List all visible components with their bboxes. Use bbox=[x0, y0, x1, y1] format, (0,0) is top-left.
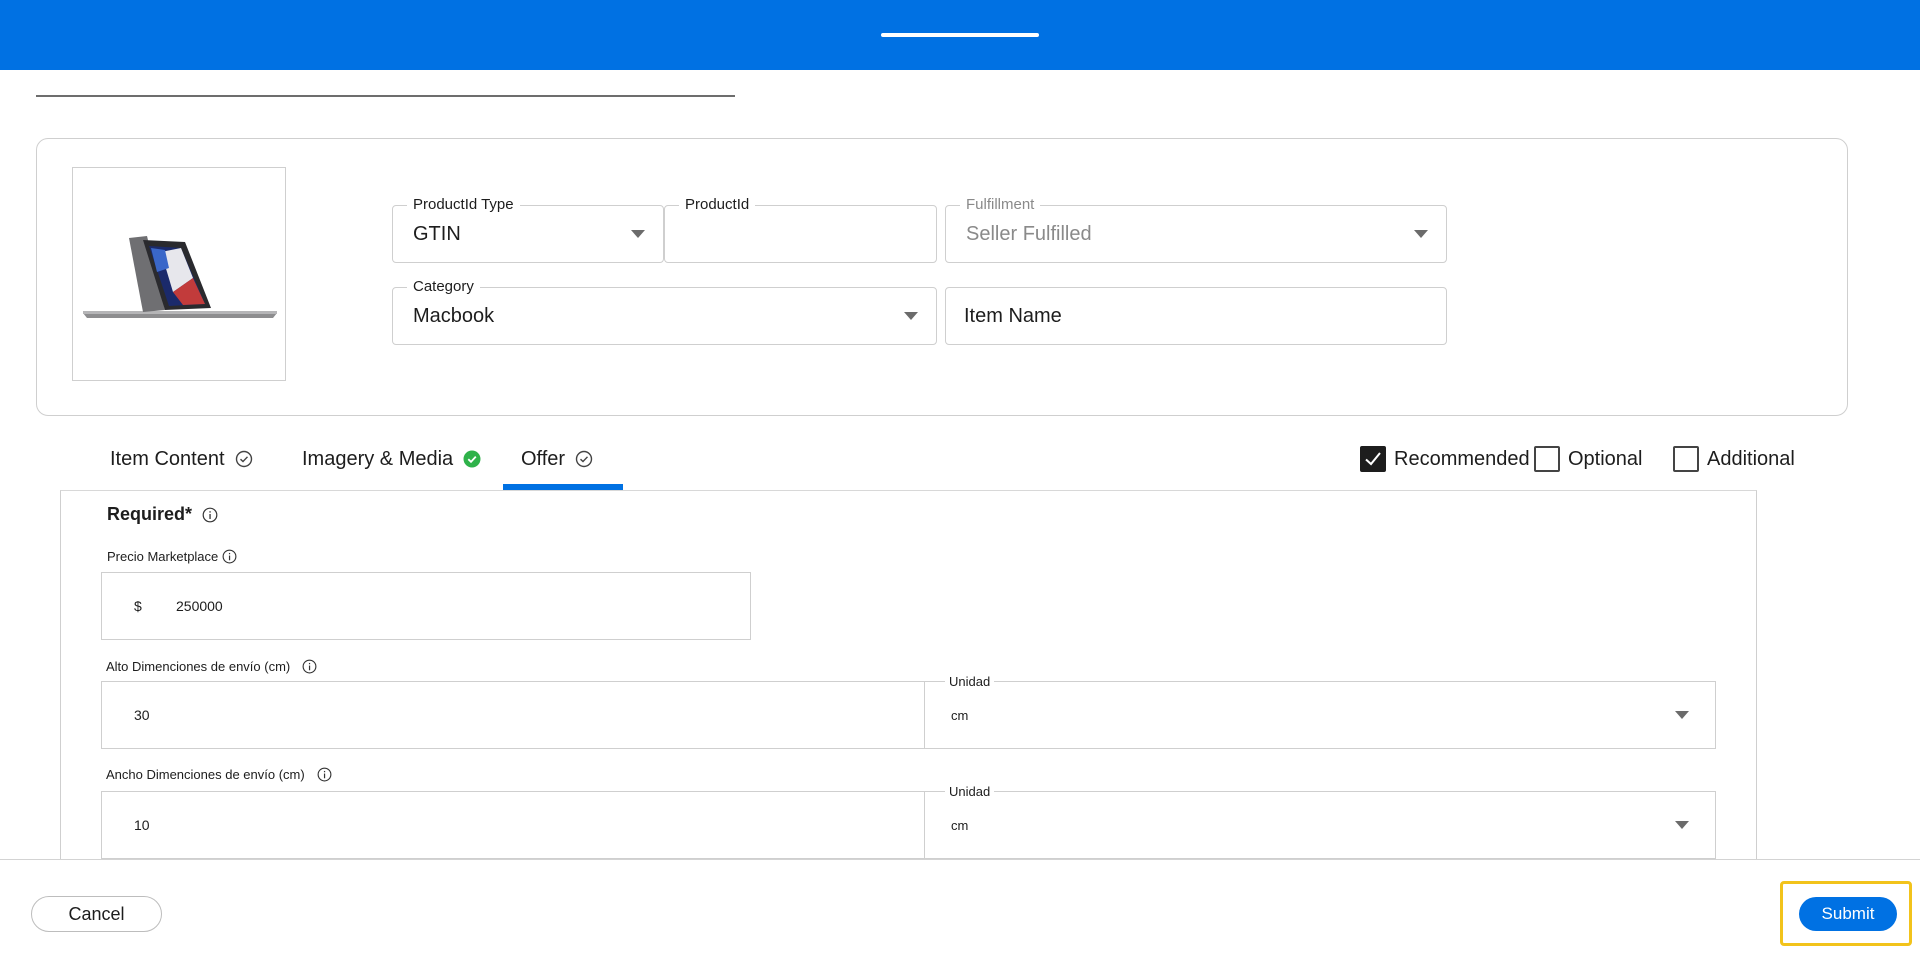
width-unit-select[interactable]: Unidad cm bbox=[924, 782, 1716, 859]
modal-header bbox=[0, 0, 1920, 70]
check-circle-outline-icon bbox=[235, 450, 253, 474]
price-value: 250000 bbox=[176, 598, 223, 614]
required-title: Required* bbox=[107, 504, 193, 524]
filter-recommended[interactable]: Recommended bbox=[1360, 446, 1530, 472]
tab-offer[interactable]: Offer bbox=[503, 440, 623, 490]
height-label-row: Alto Dimenciones de envío (cm) bbox=[106, 659, 317, 674]
price-label-row: Precio Marketplace bbox=[107, 549, 237, 564]
height-value: 30 bbox=[134, 707, 150, 723]
additional-label: Additional bbox=[1707, 447, 1795, 470]
optional-checkbox[interactable] bbox=[1534, 446, 1560, 472]
width-unit-value: cm bbox=[951, 817, 969, 833]
chevron-down-icon bbox=[904, 312, 918, 320]
info-icon[interactable] bbox=[222, 549, 237, 564]
height-unit-value: cm bbox=[951, 707, 969, 723]
width-label: Ancho Dimenciones de envío (cm) bbox=[106, 767, 305, 782]
fulfillment-select[interactable]: Fulfillment Seller Fulfilled bbox=[945, 195, 1447, 263]
tab-offer-label: Offer bbox=[521, 448, 566, 470]
tab-item-content-label: Item Content bbox=[110, 448, 225, 470]
chevron-down-icon bbox=[631, 230, 645, 238]
height-input[interactable]: 30 bbox=[101, 681, 925, 749]
width-label-row: Ancho Dimenciones de envío (cm) bbox=[106, 767, 332, 782]
product-card bbox=[36, 138, 1848, 416]
chevron-down-icon bbox=[1675, 821, 1689, 829]
category-select[interactable]: Category Macbook bbox=[392, 277, 937, 345]
price-input[interactable]: $ 250000 bbox=[101, 572, 751, 640]
check-icon bbox=[1365, 452, 1381, 466]
title-underline bbox=[36, 95, 735, 97]
price-label: Precio Marketplace bbox=[107, 549, 219, 564]
recommended-label: Recommended bbox=[1394, 447, 1530, 470]
filter-checkboxes: Recommended Optional Additional bbox=[1360, 446, 1860, 476]
tab-item-content[interactable]: Item Content bbox=[110, 440, 270, 490]
check-circle-filled-icon bbox=[463, 450, 481, 474]
width-input[interactable]: 10 bbox=[101, 791, 925, 859]
additional-checkbox[interactable] bbox=[1673, 446, 1699, 472]
chevron-down-icon bbox=[1414, 230, 1428, 238]
item-name-placeholder: Item Name bbox=[964, 304, 1062, 327]
productid-label: ProductId bbox=[679, 195, 756, 215]
footer-divider bbox=[0, 859, 1920, 860]
width-value: 10 bbox=[134, 817, 150, 833]
optional-label: Optional bbox=[1568, 447, 1643, 470]
info-icon[interactable] bbox=[202, 507, 218, 523]
recommended-checkbox[interactable] bbox=[1360, 446, 1386, 472]
productid-type-select[interactable]: ProductId Type GTIN bbox=[392, 195, 664, 263]
tab-imagery-media-label: Imagery & Media bbox=[302, 448, 454, 470]
currency-symbol: $ bbox=[134, 598, 142, 614]
tab-imagery-media[interactable]: Imagery & Media bbox=[302, 440, 481, 490]
chevron-down-icon bbox=[1675, 711, 1689, 719]
info-icon[interactable] bbox=[302, 659, 317, 674]
item-name-input[interactable]: Item Name bbox=[945, 287, 1447, 345]
filter-additional[interactable]: Additional bbox=[1673, 446, 1795, 472]
category-value: Macbook bbox=[413, 304, 495, 327]
submit-button[interactable]: Submit bbox=[1799, 897, 1897, 931]
productid-input[interactable]: ProductId bbox=[664, 195, 937, 263]
height-unit-select[interactable]: Unidad cm bbox=[924, 672, 1716, 749]
drag-handle[interactable] bbox=[881, 33, 1039, 37]
info-icon[interactable] bbox=[317, 767, 332, 782]
required-section-title: Required* bbox=[107, 504, 218, 525]
productid-type-value: GTIN bbox=[413, 222, 461, 245]
filter-optional[interactable]: Optional bbox=[1534, 446, 1643, 472]
fulfillment-value: Seller Fulfilled bbox=[966, 222, 1092, 245]
check-circle-outline-icon bbox=[575, 450, 593, 474]
product-thumbnail bbox=[72, 167, 286, 381]
laptop-image bbox=[83, 236, 277, 318]
height-label: Alto Dimenciones de envío (cm) bbox=[106, 659, 291, 674]
cancel-button[interactable]: Cancel bbox=[31, 896, 162, 932]
